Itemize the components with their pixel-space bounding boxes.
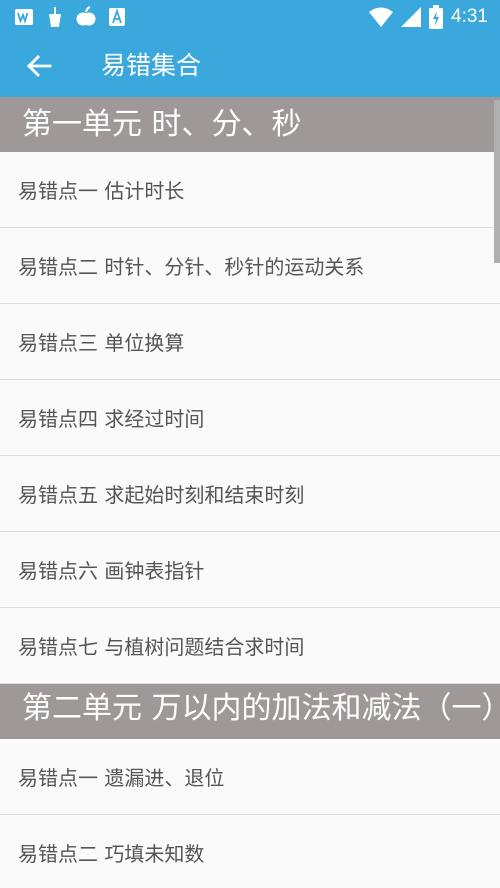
list-item[interactable]: 易错点三 单位换算 xyxy=(0,304,500,380)
list-item[interactable]: 易错点七 与植树问题结合求时间 xyxy=(0,608,500,684)
apple-icon xyxy=(76,6,96,28)
list-item[interactable]: 易错点六 画钟表指针 xyxy=(0,532,500,608)
list-item[interactable]: 易错点一 估计时长 xyxy=(0,152,500,228)
list-item[interactable]: 易错点五 求起始时刻和结束时刻 xyxy=(0,456,500,532)
arrow-left-icon xyxy=(27,55,52,77)
list-item[interactable]: 易错点二 时针、分针、秒针的运动关系 xyxy=(0,228,500,304)
status-bar: 4:31 xyxy=(0,0,500,34)
status-left-icons xyxy=(14,5,126,29)
app-w-icon xyxy=(14,7,34,27)
list-item[interactable]: 易错点四 求经过时间 xyxy=(0,380,500,456)
status-time: 4:31 xyxy=(451,6,488,27)
back-button[interactable] xyxy=(16,43,62,89)
page-title: 易错集合 xyxy=(101,51,202,80)
status-right-icons: 4:31 xyxy=(369,5,488,29)
section-header: 第二单元 万以内的加法和减法（一） xyxy=(0,684,500,739)
wifi-icon xyxy=(369,7,394,27)
mistake-list[interactable]: 第一单元 时、分、秒 易错点一 估计时长 易错点二 时针、分针、秒针的运动关系 … xyxy=(0,97,500,888)
list-item[interactable]: 易错点一 遗漏进、退位 xyxy=(0,739,500,815)
scrollbar[interactable] xyxy=(494,100,500,263)
a-badge-icon xyxy=(108,7,126,27)
list-item[interactable]: 易错点二 巧填未知数 xyxy=(0,815,500,888)
signal-icon xyxy=(401,7,422,27)
section-header: 第一单元 时、分、秒 xyxy=(0,97,500,152)
app-bar: 易错集合 xyxy=(0,34,500,97)
battery-charging-icon xyxy=(429,5,444,29)
drink-icon xyxy=(46,6,64,28)
